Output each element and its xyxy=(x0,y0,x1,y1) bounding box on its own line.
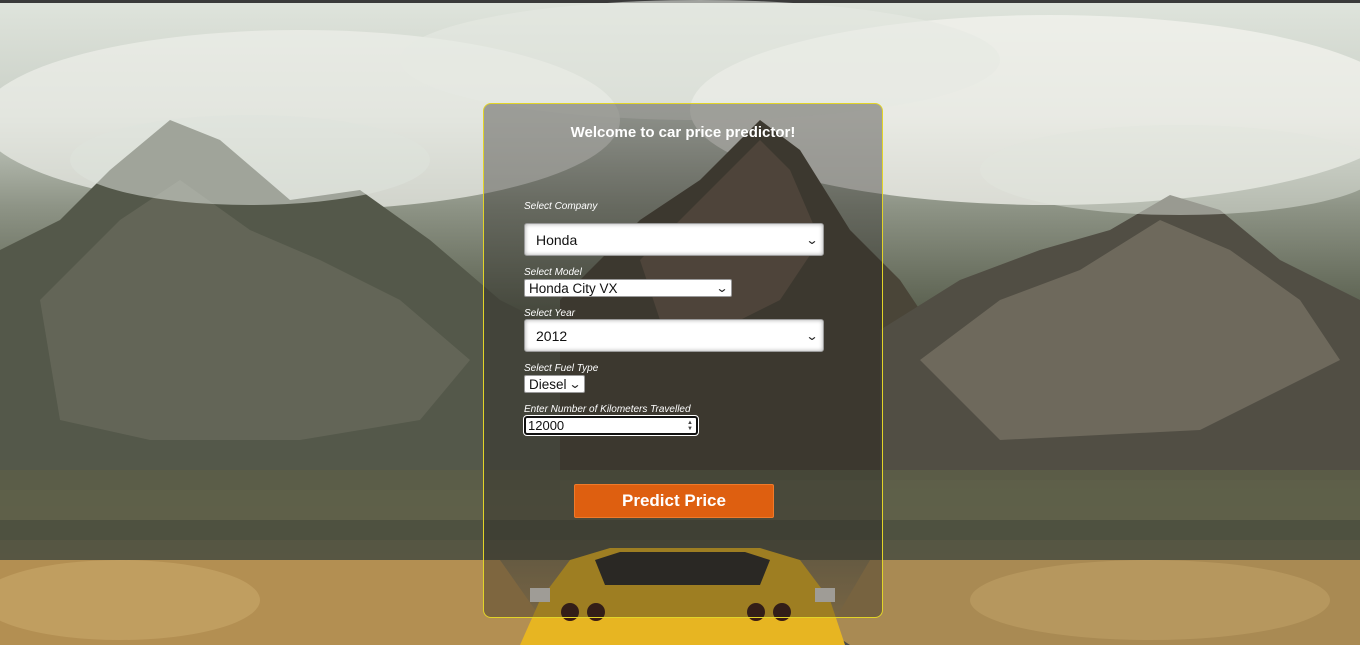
company-value: Honda xyxy=(536,231,578,248)
spinner-arrows-icon[interactable]: ▲ ▼ xyxy=(687,420,693,432)
year-label: Select Year xyxy=(524,308,575,319)
model-select[interactable]: Honda City VX ⌄ xyxy=(524,279,732,297)
chevron-down-icon: ⌄ xyxy=(568,377,582,391)
year-value: 2012 xyxy=(536,327,568,344)
predict-price-button[interactable]: Predict Price xyxy=(574,484,774,518)
chevron-down-icon: ⌄ xyxy=(715,281,729,295)
fuel-value: Diesel xyxy=(529,376,567,392)
company-select[interactable]: Honda ⌄ xyxy=(524,223,824,256)
chevron-down-icon: ⌄ xyxy=(805,328,819,343)
page-background: Welcome to car price predictor! Select C… xyxy=(0,0,1360,645)
year-select[interactable]: 2012 ⌄ xyxy=(524,319,824,352)
chevron-down-icon: ⌄ xyxy=(805,232,819,247)
page-title: Welcome to car price predictor! xyxy=(570,124,796,141)
kms-label: Enter Number of Kilometers Travelled xyxy=(524,404,691,415)
model-label: Select Model xyxy=(524,267,582,278)
predictor-form-card: Welcome to car price predictor! Select C… xyxy=(483,103,883,618)
fuel-select[interactable]: Diesel ⌄ xyxy=(524,375,585,393)
kms-value: 12000 xyxy=(528,418,565,433)
model-value: Honda City VX xyxy=(529,280,618,296)
fuel-label: Select Fuel Type xyxy=(524,363,599,374)
company-label: Select Company xyxy=(524,201,598,212)
kms-input[interactable]: 12000 ▲ ▼ xyxy=(523,415,699,436)
